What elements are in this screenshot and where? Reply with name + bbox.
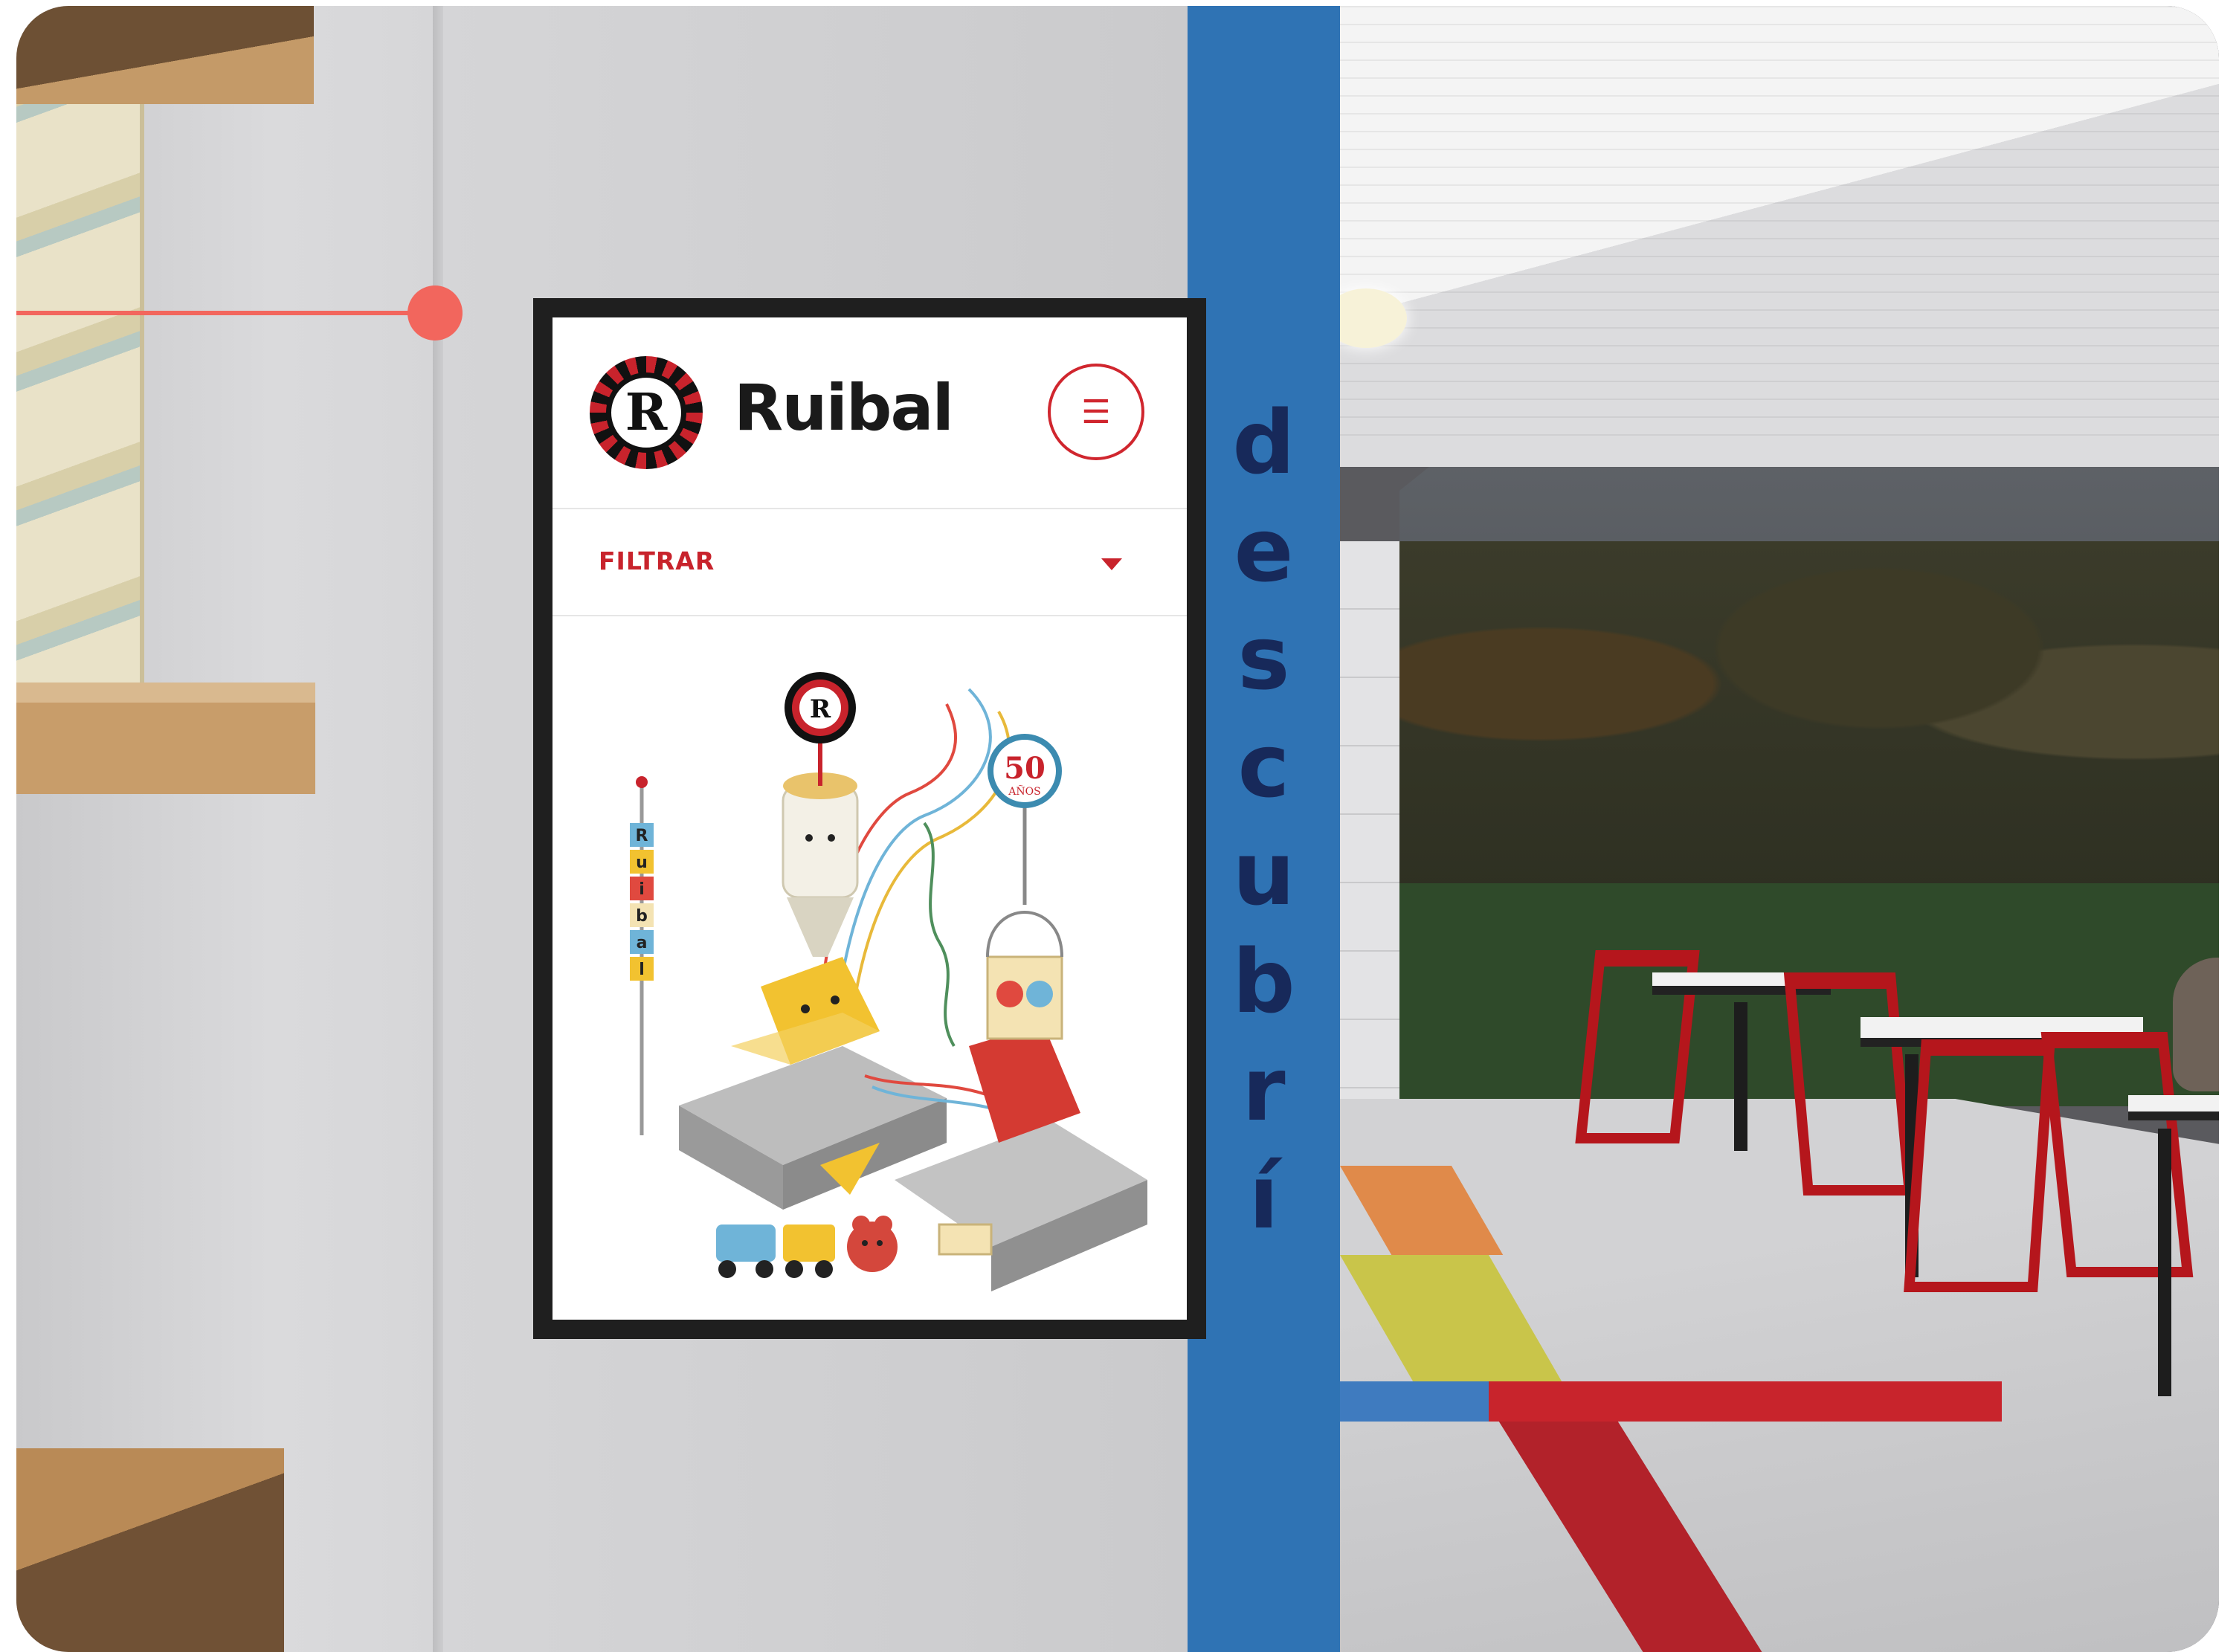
column-letter: b	[636, 907, 648, 926]
trees	[1370, 541, 2219, 898]
yellow-machine	[731, 957, 880, 1065]
hotspot-connector-line	[16, 311, 437, 315]
tiled-pillar	[1340, 541, 1399, 1106]
table-leg	[1734, 1002, 1747, 1151]
column-letter: u	[636, 854, 648, 872]
filter-dropdown[interactable]: FILTRAR	[552, 509, 1187, 616]
letter-column: R u i b a l	[630, 776, 654, 1135]
site-header: R Ruibal ☰	[552, 317, 1187, 509]
badge-letter: R	[810, 694, 831, 724]
band-letter: u	[1232, 822, 1295, 925]
red-chair	[1904, 1039, 2055, 1292]
anniversary-number: 50	[1004, 751, 1046, 786]
seated-person	[2173, 958, 2219, 1091]
hamburger-menu-button[interactable]: ☰	[1048, 364, 1144, 460]
caret-down-icon	[1101, 558, 1122, 570]
hotspot-dot[interactable]	[407, 285, 463, 341]
column-letter: R	[636, 827, 648, 845]
band-letter: e	[1234, 499, 1294, 601]
anniversary-subtitle: AÑOS	[1008, 784, 1040, 798]
shelf-middle	[16, 683, 315, 794]
band-letter: d	[1232, 391, 1295, 494]
column-letter: l	[639, 961, 645, 979]
band-letter: í	[1249, 1146, 1279, 1248]
museum-scene: d e s c u b r í R Ruibal ☰ FILTRAR R 50 …	[16, 6, 2219, 1652]
column-letter: i	[639, 880, 645, 899]
filter-label: FILTRAR	[599, 546, 715, 575]
band-letter: r	[1242, 1038, 1286, 1140]
red-machine: 50 AÑOS	[969, 734, 1080, 1143]
left-wall	[16, 6, 445, 1652]
wall-monitor: R Ruibal ☰ FILTRAR R 50 AÑOS R u i b a l	[533, 298, 1206, 1339]
toy-factory-illustration: R 50 AÑOS R u i b a l	[630, 672, 1147, 1291]
shelf-top	[16, 6, 314, 104]
monitor-screen: R Ruibal ☰ FILTRAR R 50 AÑOS R u i b a l	[552, 317, 1187, 1320]
hamburger-icon: ☰	[1081, 393, 1111, 430]
shelf-bottom	[16, 1448, 284, 1652]
band-letter: s	[1237, 607, 1290, 709]
table-leg	[2158, 1129, 2171, 1396]
patterned-poster	[16, 36, 144, 694]
logo-letter: R	[625, 383, 668, 442]
outdoor-terrace	[1340, 6, 2219, 1652]
brand-name[interactable]: Ruibal	[734, 371, 954, 445]
band-letter: c	[1237, 714, 1290, 817]
red-chair	[1783, 972, 1916, 1196]
canister	[782, 772, 859, 957]
descubri-band: d e s c u b r í	[1188, 6, 1340, 1652]
ruibal-badge-icon: R	[785, 672, 856, 786]
ceiling	[1340, 6, 2219, 467]
column-letter: a	[637, 934, 648, 952]
ruibal-logo-icon[interactable]: R	[590, 356, 703, 469]
band-letter: b	[1232, 930, 1295, 1033]
cafe-table	[2128, 1095, 2219, 1120]
floor-stripe-blue	[1340, 1381, 1489, 1422]
